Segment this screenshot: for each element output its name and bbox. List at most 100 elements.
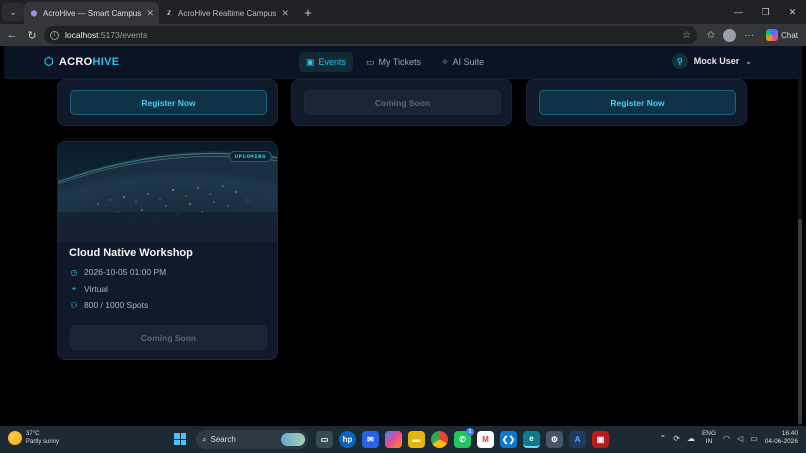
battery-icon[interactable]: ▭ bbox=[750, 434, 758, 443]
vscode-icon[interactable]: ❮❯ bbox=[500, 431, 517, 448]
file-explorer-icon[interactable]: ▬ bbox=[408, 431, 425, 448]
nav-my-tickets[interactable]: ▭ My Tickets bbox=[359, 52, 428, 72]
weather-condition: Partly sunny bbox=[26, 439, 60, 445]
wifi-icon[interactable]: ◠ bbox=[723, 434, 730, 443]
favorites-icon[interactable]: ✩ bbox=[707, 30, 715, 41]
site-info-icon[interactable]: i bbox=[50, 30, 59, 40]
window-controls: — ❐ ✕ bbox=[725, 0, 806, 24]
pinned-apps: ▭ hp ✉ ▬ ✆ 1 M ❮❯ e ⚙ A ▣ bbox=[316, 428, 609, 448]
search-highlight-image bbox=[281, 433, 305, 446]
event-location-text: Virtual bbox=[84, 284, 108, 294]
favorite-star-icon[interactable]: ☆ bbox=[682, 30, 691, 41]
user-avatar-icon: ⚲ bbox=[671, 53, 688, 69]
close-window-icon[interactable]: ✕ bbox=[779, 0, 806, 24]
active-app-icon[interactable]: ▣ bbox=[592, 431, 609, 448]
event-card: Register Now bbox=[526, 79, 747, 126]
page-viewport: ⬡ ACROHIVE ▣ Events ▭ My Tickets ✧ AI Su… bbox=[4, 46, 802, 426]
browser-window: ⌄ ⬢ AcroHive — Smart Campus Events ✕ 𝐳 A… bbox=[0, 0, 806, 453]
task-view-icon[interactable]: ▭ bbox=[316, 431, 333, 448]
brand-logo[interactable]: ⬡ ACROHIVE bbox=[44, 55, 120, 69]
tab-acrohive-realtime[interactable]: 𝐳 AcroHive Realtime Campus OS - E ✕ bbox=[159, 2, 294, 24]
lang-code: ENG bbox=[701, 430, 717, 437]
user-menu[interactable]: ⚲ Mock User ⌄ bbox=[671, 53, 752, 69]
users-icon: ⚇ bbox=[70, 300, 78, 310]
copilot-app-icon[interactable] bbox=[385, 431, 402, 448]
coming-soon-button: Coming Soon bbox=[70, 325, 267, 350]
edge-icon[interactable]: e bbox=[523, 431, 540, 448]
vercel-app-icon[interactable]: A bbox=[569, 431, 586, 448]
register-now-button[interactable]: Register Now bbox=[70, 90, 267, 115]
coming-soon-button: Coming Soon bbox=[304, 90, 501, 115]
tab-search-icon[interactable]: ⌄ bbox=[2, 3, 24, 21]
tab-title: AcroHive Realtime Campus OS - E bbox=[178, 8, 277, 18]
event-location: ⌖ Virtual bbox=[69, 284, 108, 294]
browser-toolbar: ← ↻ i localhost:5173/events ☆ ✩ ··· Chat bbox=[0, 24, 806, 46]
chevron-down-icon: ⌄ bbox=[745, 56, 752, 66]
clock-date: 04-06-2026 bbox=[764, 438, 798, 445]
hp-icon[interactable]: hp bbox=[339, 431, 356, 448]
chrome-icon[interactable] bbox=[431, 431, 448, 448]
close-tab-icon[interactable]: ✕ bbox=[281, 8, 289, 19]
copilot-chat-button[interactable]: Chat bbox=[762, 29, 802, 41]
tab-strip: ⌄ ⬢ AcroHive — Smart Campus Events ✕ 𝐳 A… bbox=[0, 0, 806, 24]
event-spots: ⚇ 800 / 1000 Spots bbox=[69, 300, 148, 310]
language-indicator[interactable]: ENG IN bbox=[702, 430, 716, 446]
whatsapp-icon[interactable]: ✆ 1 bbox=[454, 428, 474, 448]
maximize-icon[interactable]: ❐ bbox=[752, 0, 779, 24]
weather-widget[interactable]: 37°C Partly sunny bbox=[8, 430, 59, 446]
nav-label: My Tickets bbox=[378, 57, 422, 67]
ticket-icon: ▭ bbox=[366, 56, 375, 67]
chevron-up-icon[interactable]: ⌃ bbox=[660, 434, 667, 443]
volume-icon[interactable]: ◁ bbox=[737, 434, 743, 443]
event-card: Register Now bbox=[57, 79, 278, 126]
address-bar[interactable]: i localhost:5173/events ☆ bbox=[44, 26, 697, 44]
nav-label: AI Suite bbox=[452, 57, 485, 67]
event-card: Coming Soon bbox=[291, 79, 512, 126]
page-scrollbar[interactable] bbox=[798, 79, 802, 426]
more-menu-icon[interactable]: ··· bbox=[744, 30, 754, 41]
main-nav: ▣ Events ▭ My Tickets ✧ AI Suite bbox=[299, 52, 491, 72]
new-tab-button[interactable]: + bbox=[298, 5, 318, 20]
app-navbar: ⬡ ACROHIVE ▣ Events ▭ My Tickets ✧ AI Su… bbox=[4, 46, 802, 79]
windows-start-icon[interactable] bbox=[174, 433, 186, 445]
calendar-icon: ▣ bbox=[306, 56, 315, 67]
clock[interactable]: 16:40 04-06-2026 bbox=[765, 430, 798, 446]
profile-avatar-icon[interactable] bbox=[723, 28, 737, 42]
event-card-cloud-native-workshop[interactable]: UPCOMING Cloud Native Workshop ◷ 2026-10… bbox=[57, 141, 278, 360]
notification-count: 1 bbox=[466, 428, 474, 436]
weather-sun-icon bbox=[8, 431, 22, 445]
minimize-icon[interactable]: — bbox=[725, 0, 752, 24]
event-image: UPCOMING bbox=[58, 142, 277, 242]
url-host: localhost bbox=[65, 30, 99, 40]
brand-text-hive: HIVE bbox=[92, 55, 120, 68]
event-title: Cloud Native Workshop bbox=[69, 247, 193, 259]
region-code: IN bbox=[705, 438, 713, 445]
acrohive-favicon-icon: ⬢ bbox=[30, 8, 38, 18]
toolbar-actions: ✩ ··· Chat bbox=[707, 24, 802, 46]
close-tab-icon[interactable]: ✕ bbox=[146, 8, 154, 19]
search-label: Search bbox=[210, 435, 236, 444]
settings-gear-icon[interactable]: ⚙ bbox=[546, 431, 563, 448]
back-arrow-icon[interactable]: ← bbox=[2, 29, 22, 41]
url-path: :5173/events bbox=[98, 30, 148, 40]
nav-ai-suite[interactable]: ✧ AI Suite bbox=[434, 52, 491, 72]
brand-text-acro: ACRO bbox=[58, 55, 93, 68]
sparkles-icon: ✧ bbox=[441, 56, 449, 67]
cloud-icon[interactable]: ☁ bbox=[687, 434, 695, 443]
nav-label: Events bbox=[318, 57, 347, 67]
status-badge: UPCOMING bbox=[228, 151, 272, 162]
event-datetime: ◷ 2026-10-05 01:00 PM bbox=[69, 267, 167, 277]
weather-temp: 37°C bbox=[26, 431, 40, 437]
nav-events[interactable]: ▣ Events bbox=[299, 52, 354, 72]
map-pin-icon: ⌖ bbox=[71, 284, 77, 293]
clock-icon: ◷ bbox=[70, 267, 78, 277]
taskbar-search[interactable]: ⌕ Search bbox=[196, 430, 308, 449]
sync-icon[interactable]: ⟳ bbox=[673, 434, 680, 443]
register-now-button[interactable]: Register Now bbox=[539, 90, 736, 115]
reload-icon[interactable]: ↻ bbox=[22, 29, 42, 42]
tab-acrohive-events[interactable]: ⬢ AcroHive — Smart Campus Events ✕ bbox=[24, 2, 159, 24]
user-name: Mock User bbox=[693, 56, 740, 66]
mail-icon[interactable]: ✉ bbox=[362, 431, 379, 448]
scrollbar-thumb[interactable] bbox=[798, 219, 802, 424]
gmail-icon[interactable]: M bbox=[477, 431, 494, 448]
